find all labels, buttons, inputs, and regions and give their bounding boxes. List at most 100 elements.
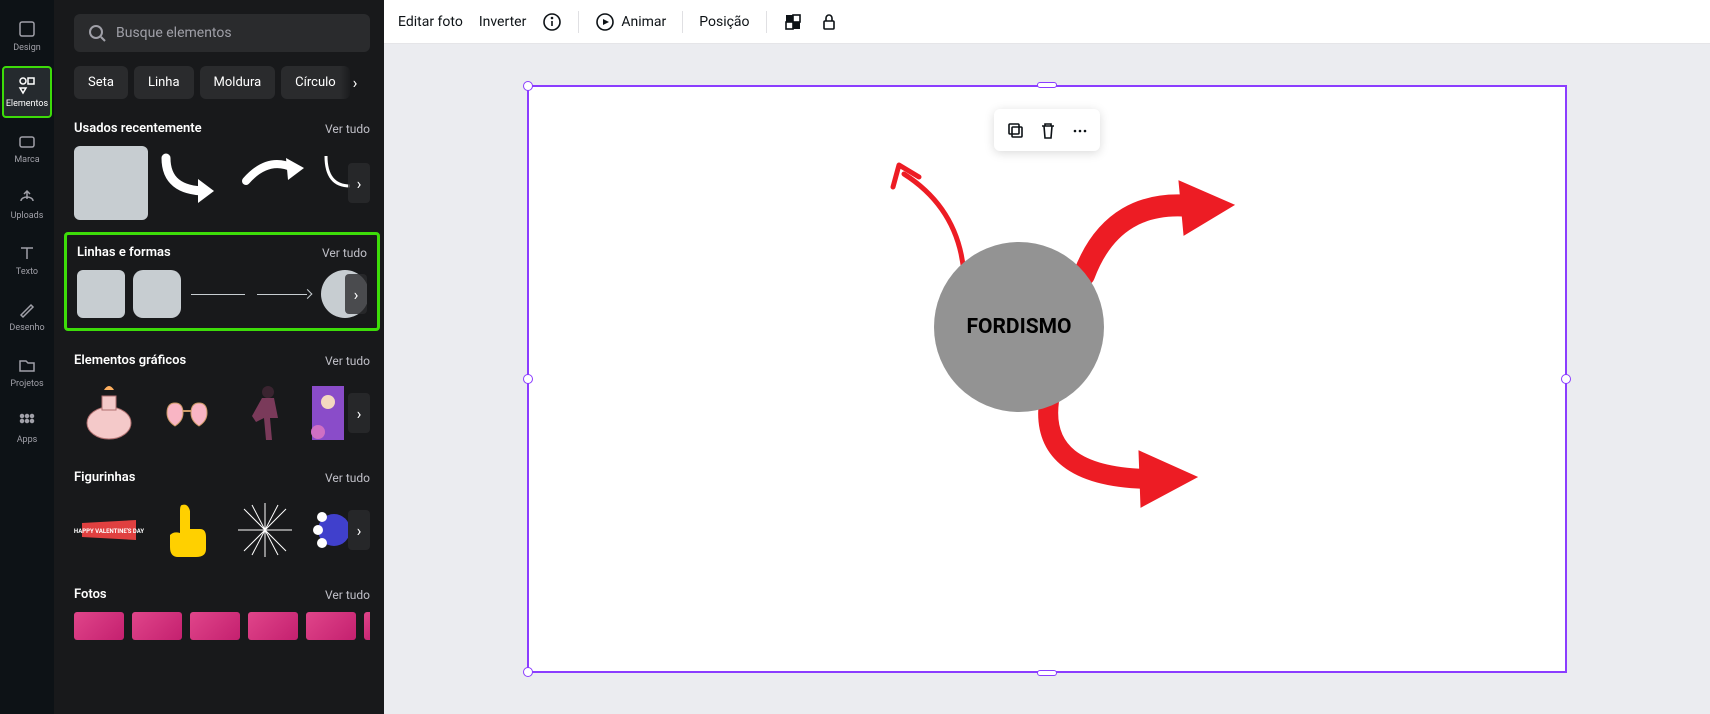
photo-thumb[interactable] bbox=[132, 612, 182, 640]
canvas-area: Editar foto Inverter Animar Posição bbox=[384, 0, 1710, 714]
projects-icon bbox=[17, 355, 37, 375]
section-title: Elementos gráficos bbox=[74, 353, 186, 368]
rail-item-elements[interactable]: Elementos bbox=[2, 66, 52, 118]
selection-handle[interactable] bbox=[523, 667, 533, 677]
trash-icon bbox=[1038, 121, 1056, 139]
sticker-pointing-hand[interactable] bbox=[152, 495, 222, 565]
recent-brush-arrow[interactable] bbox=[238, 146, 312, 196]
canvas-page[interactable]: FORDISMO bbox=[527, 85, 1567, 673]
svg-text:HAPPY VALENTINE'S DAY: HAPPY VALENTINE'S DAY bbox=[74, 528, 144, 535]
see-all-link[interactable]: Ver tudo bbox=[325, 354, 370, 368]
recent-curved-arrow-1[interactable] bbox=[156, 146, 230, 206]
transparency-button[interactable] bbox=[783, 12, 803, 32]
position-button[interactable]: Posição bbox=[699, 14, 749, 30]
selection-handle[interactable] bbox=[523, 81, 533, 91]
photo-thumb[interactable] bbox=[306, 612, 356, 640]
rail-label: Desenho bbox=[9, 323, 44, 333]
rail-item-projects[interactable]: Projetos bbox=[2, 346, 52, 398]
selection-handle[interactable] bbox=[1037, 670, 1057, 676]
chips-scroll-right[interactable]: › bbox=[340, 66, 370, 99]
floating-toolbar bbox=[994, 109, 1100, 151]
photo-thumb[interactable] bbox=[364, 612, 370, 640]
shape-rounded-square[interactable] bbox=[133, 270, 181, 318]
elements-panel: Seta Linha Moldura Círculo Qua › Usados … bbox=[54, 0, 384, 714]
rail-item-draw[interactable]: Desenho bbox=[2, 290, 52, 342]
search-container[interactable] bbox=[74, 14, 370, 52]
info-button[interactable] bbox=[542, 12, 562, 32]
info-icon bbox=[542, 12, 562, 32]
text-icon bbox=[17, 243, 37, 263]
canvas-arrow-thin[interactable] bbox=[879, 159, 979, 274]
chip-linha[interactable]: Linha bbox=[134, 66, 194, 99]
edit-photo-button[interactable]: Editar foto bbox=[398, 14, 463, 30]
fordismo-label: FORDISMO bbox=[966, 315, 1071, 339]
photo-thumb[interactable] bbox=[248, 612, 298, 640]
chip-seta[interactable]: Seta bbox=[74, 66, 128, 99]
rail-item-brand[interactable]: Marca bbox=[2, 122, 52, 174]
selection-handle[interactable] bbox=[1037, 82, 1057, 88]
section-graphics: Elementos gráficos Ver tudo › bbox=[74, 353, 370, 448]
delete-button[interactable] bbox=[1032, 115, 1062, 145]
section-stickers: Figurinhas Ver tudo HAPPY VALENTINE'S DA… bbox=[74, 470, 370, 565]
search-icon bbox=[88, 24, 106, 42]
canvas-arrow-brush-top[interactable] bbox=[1074, 175, 1244, 285]
fordismo-circle[interactable]: FORDISMO bbox=[934, 242, 1104, 412]
lock-button[interactable] bbox=[819, 12, 839, 32]
selection-handle[interactable] bbox=[1561, 374, 1571, 384]
scroll-right-icon[interactable]: › bbox=[348, 510, 370, 550]
shape-arrow-line[interactable] bbox=[255, 270, 313, 318]
photo-thumb[interactable] bbox=[190, 612, 240, 640]
animate-button[interactable]: Animar bbox=[595, 12, 666, 32]
separator bbox=[682, 11, 683, 33]
photo-thumb[interactable] bbox=[74, 612, 124, 640]
apps-icon bbox=[17, 411, 37, 431]
animate-icon bbox=[595, 12, 615, 32]
search-input[interactable] bbox=[116, 25, 356, 41]
scroll-right-icon[interactable]: › bbox=[348, 163, 370, 203]
rail-label: Apps bbox=[17, 435, 38, 445]
section-lines-shapes: Linhas e formas Ver tudo › bbox=[64, 232, 380, 331]
section-photos: Fotos Ver tudo bbox=[74, 587, 370, 640]
section-title: Fotos bbox=[74, 587, 107, 602]
recent-shape-square[interactable] bbox=[74, 146, 148, 220]
canvas-arrow-brush-bottom[interactable] bbox=[1029, 397, 1209, 517]
more-icon bbox=[1070, 121, 1088, 139]
selection-handle[interactable] bbox=[523, 374, 533, 384]
scroll-right-icon[interactable]: › bbox=[348, 393, 370, 433]
see-all-link[interactable]: Ver tudo bbox=[325, 588, 370, 602]
duplicate-button[interactable] bbox=[1000, 115, 1030, 145]
section-recent: Usados recentemente Ver tudo › bbox=[74, 121, 370, 220]
chip-moldura[interactable]: Moldura bbox=[200, 66, 276, 99]
draw-icon bbox=[17, 299, 37, 319]
animate-label: Animar bbox=[621, 14, 666, 30]
scroll-right-icon[interactable]: › bbox=[345, 274, 367, 314]
invert-button[interactable]: Inverter bbox=[479, 14, 527, 30]
graphic-perfume[interactable] bbox=[74, 378, 144, 448]
rail-item-uploads[interactable]: Uploads bbox=[2, 178, 52, 230]
rail-label: Projetos bbox=[10, 379, 43, 389]
shape-line[interactable] bbox=[189, 270, 247, 318]
see-all-link[interactable]: Ver tudo bbox=[325, 122, 370, 136]
rail-label: Marca bbox=[14, 155, 39, 165]
graphic-character[interactable] bbox=[308, 378, 348, 448]
graphic-heart-glasses[interactable] bbox=[152, 378, 222, 448]
section-title: Figurinhas bbox=[74, 470, 135, 485]
rail-item-text[interactable]: Texto bbox=[2, 234, 52, 286]
see-all-link[interactable]: Ver tudo bbox=[322, 246, 367, 260]
more-button[interactable] bbox=[1064, 115, 1094, 145]
sticker-flower[interactable] bbox=[308, 495, 348, 565]
uploads-icon bbox=[17, 187, 37, 207]
shape-square[interactable] bbox=[77, 270, 125, 318]
canvas-viewport[interactable]: FORDISMO bbox=[384, 44, 1710, 714]
rail-item-apps[interactable]: Apps bbox=[2, 402, 52, 454]
elements-icon bbox=[17, 75, 37, 95]
design-icon bbox=[17, 19, 37, 39]
sticker-valentines[interactable]: HAPPY VALENTINE'S DAY bbox=[74, 495, 144, 565]
rail-label: Uploads bbox=[11, 211, 44, 221]
graphic-person[interactable] bbox=[230, 378, 300, 448]
section-title: Usados recentemente bbox=[74, 121, 202, 136]
context-toolbar: Editar foto Inverter Animar Posição bbox=[384, 0, 1710, 44]
sticker-sparkle[interactable] bbox=[230, 495, 300, 565]
rail-item-design[interactable]: Design bbox=[2, 10, 52, 62]
see-all-link[interactable]: Ver tudo bbox=[325, 471, 370, 485]
